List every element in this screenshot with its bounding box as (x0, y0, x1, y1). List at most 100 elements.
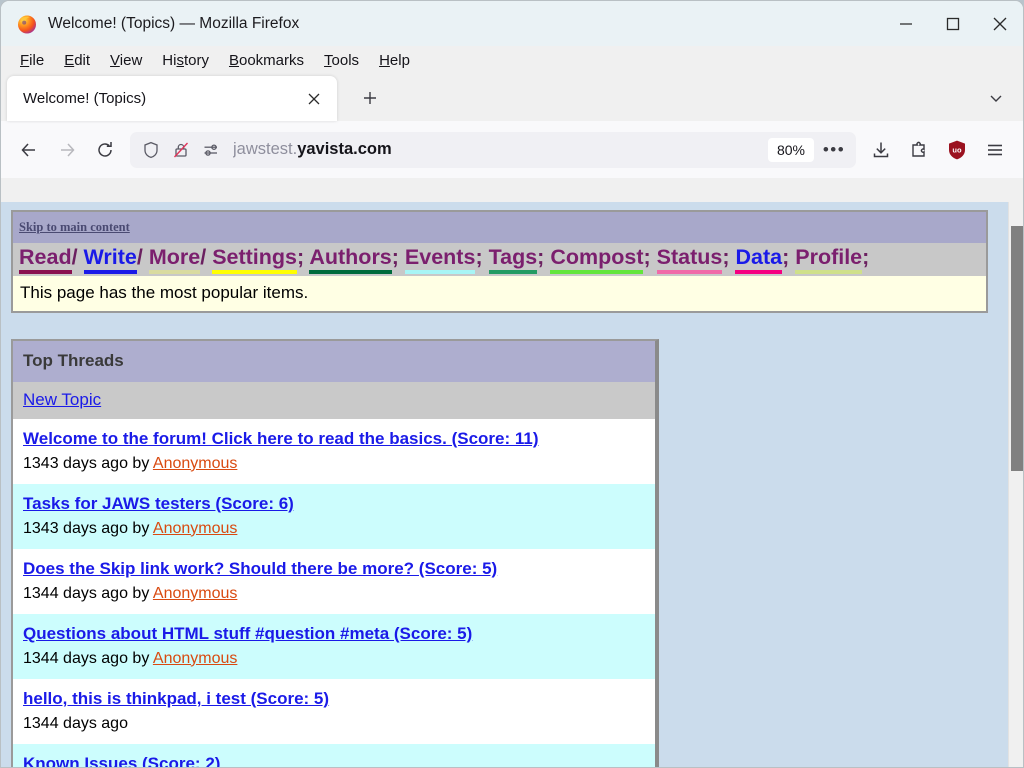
site-settings-icon[interactable] (196, 136, 226, 164)
table-row: Tasks for JAWS testers (Score: 6) 1343 da… (13, 484, 655, 550)
thread-author-link[interactable]: Anonymous (153, 455, 238, 472)
tab-strip: Welcome! (Topics) (1, 74, 1023, 121)
thread-title-link[interactable]: Welcome to the forum! Click here to read… (23, 429, 539, 448)
nav-separator: ; (722, 245, 736, 269)
firefox-window: Welcome! (Topics) — Mozilla Firefox File… (0, 0, 1024, 768)
back-button[interactable] (10, 133, 48, 167)
thread-meta: 1343 days ago by Anonymous (23, 453, 655, 475)
thread-title-link[interactable]: Does the Skip link work? Should there be… (23, 559, 497, 578)
menu-help[interactable]: Help (370, 50, 419, 71)
table-row: Does the Skip link work? Should there be… (13, 549, 655, 615)
close-button[interactable] (976, 1, 1023, 46)
firefox-logo-icon (17, 14, 37, 34)
menu-edit[interactable]: Edit (55, 50, 99, 71)
thread-timestamp: 1344 days ago by (23, 584, 153, 602)
minimize-button[interactable] (882, 1, 929, 46)
tab-welcome-topics[interactable]: Welcome! (Topics) (7, 76, 337, 121)
thread-author-link[interactable]: Anonymous (153, 650, 238, 667)
thread-title-link[interactable]: hello, this is thinkpad, i test (Score: … (23, 689, 329, 708)
table-row: hello, this is thinkpad, i test (Score: … (13, 679, 655, 745)
window-controls (882, 1, 1023, 46)
shield-icon[interactable] (136, 136, 166, 164)
nav-link-settings[interactable]: Settings (212, 245, 298, 274)
close-tab-button[interactable] (300, 85, 328, 113)
menu-file[interactable]: File (11, 50, 53, 71)
navigation-toolbar: jawstest.yavista.com 80% ••• uo (1, 121, 1023, 178)
new-tab-button[interactable] (354, 82, 386, 114)
nav-separator: ; (391, 245, 405, 269)
nav-separator: ; (643, 245, 657, 269)
thread-author-link[interactable]: Anonymous (153, 520, 238, 537)
downloads-icon[interactable] (862, 133, 900, 167)
nav-separator: / (136, 245, 149, 269)
thread-title-link[interactable]: Known Issues (Score: 2) (23, 754, 220, 767)
site-navigation: Read/ Write/ More/ Settings; Authors; Ev… (13, 243, 986, 276)
thread-timestamp: 1343 days ago by (23, 519, 153, 537)
page-viewport: Skip to main content Read/ Write/ More/ … (1, 202, 1023, 767)
nav-link-write[interactable]: Write (83, 245, 137, 274)
nav-separator: ; (782, 245, 796, 269)
skip-link-bar: Skip to main content (13, 212, 986, 243)
ublock-origin-icon[interactable]: uo (938, 133, 976, 167)
title-bar: Welcome! (Topics) — Mozilla Firefox (1, 1, 1023, 46)
list-all-tabs-button[interactable] (981, 83, 1011, 113)
new-topic-row: New Topic (13, 382, 655, 419)
menu-bookmarks[interactable]: Bookmarks (220, 50, 313, 71)
top-threads-table: Top Threads New Topic Welcome to the for… (11, 339, 659, 767)
maximize-button[interactable] (929, 1, 976, 46)
menu-history[interactable]: History (153, 50, 218, 71)
page-actions-icon[interactable]: ••• (818, 136, 850, 164)
page-content: Skip to main content Read/ Write/ More/ … (1, 202, 1008, 767)
vertical-scroll-thumb[interactable] (1011, 226, 1023, 471)
nav-link-events[interactable]: Events (404, 245, 476, 274)
menu-bar: File Edit View History Bookmarks Tools H… (1, 46, 1023, 74)
top-threads-heading: Top Threads (13, 341, 655, 382)
nav-separator: ; (297, 245, 310, 269)
nav-link-data[interactable]: Data (735, 245, 783, 274)
thread-timestamp: 1344 days ago (23, 714, 128, 732)
nav-link-authors[interactable]: Authors (309, 245, 392, 274)
thread-title-link[interactable]: Questions about HTML stuff #question #me… (23, 624, 472, 643)
app-menu-icon[interactable] (976, 133, 1014, 167)
thread-author-link[interactable]: Anonymous (153, 585, 238, 602)
table-row: Questions about HTML stuff #question #me… (13, 614, 655, 680)
lock-crossed-icon[interactable] (166, 136, 196, 164)
nav-separator: / (71, 245, 84, 269)
site-header-block: Skip to main content Read/ Write/ More/ … (11, 210, 988, 313)
nav-link-more[interactable]: More (148, 245, 201, 274)
nav-link-tags[interactable]: Tags (488, 245, 538, 274)
skip-to-main-content-link[interactable]: Skip to main content (19, 220, 130, 234)
menu-tools[interactable]: Tools (315, 50, 368, 71)
reload-button[interactable] (86, 133, 124, 167)
nav-link-compost[interactable]: Compost (550, 245, 644, 274)
nav-separator: ; (475, 245, 489, 269)
url-domain: yavista.com (297, 140, 392, 158)
table-row: Welcome to the forum! Click here to read… (13, 419, 655, 485)
address-bar[interactable]: jawstest.yavista.com 80% ••• (130, 131, 856, 168)
nav-separator: ; (862, 245, 870, 269)
nav-separator: ; (537, 245, 551, 269)
menu-view[interactable]: View (101, 50, 151, 71)
zoom-level-badge[interactable]: 80% (767, 137, 814, 162)
thread-meta: 1344 days ago by Anonymous (23, 583, 655, 605)
thread-meta: 1344 days ago by Anonymous (23, 648, 655, 670)
nav-link-read[interactable]: Read (19, 245, 72, 274)
table-row: Known Issues (Score: 2)1343 days ago (13, 744, 655, 767)
extensions-icon[interactable] (900, 133, 938, 167)
page-info-text: This page has the most popular items. (13, 276, 986, 311)
vertical-scrollbar[interactable] (1008, 202, 1023, 767)
nav-separator: / (200, 245, 213, 269)
nav-link-profile[interactable]: Profile (795, 245, 863, 274)
url-display[interactable]: jawstest.yavista.com (233, 140, 768, 159)
forward-button (48, 133, 86, 167)
tab-title: Welcome! (Topics) (23, 90, 147, 107)
thread-title-link[interactable]: Tasks for JAWS testers (Score: 6) (23, 494, 294, 513)
url-subdomain: jawstest. (233, 140, 298, 158)
thread-meta: 1343 days ago by Anonymous (23, 518, 655, 540)
nav-link-status[interactable]: Status (656, 245, 723, 274)
window-title: Welcome! (Topics) — Mozilla Firefox (48, 14, 300, 32)
thread-meta: 1344 days ago (23, 713, 655, 735)
thread-timestamp: 1343 days ago by (23, 454, 153, 472)
new-topic-link[interactable]: New Topic (23, 390, 101, 409)
thread-timestamp: 1344 days ago by (23, 649, 153, 667)
